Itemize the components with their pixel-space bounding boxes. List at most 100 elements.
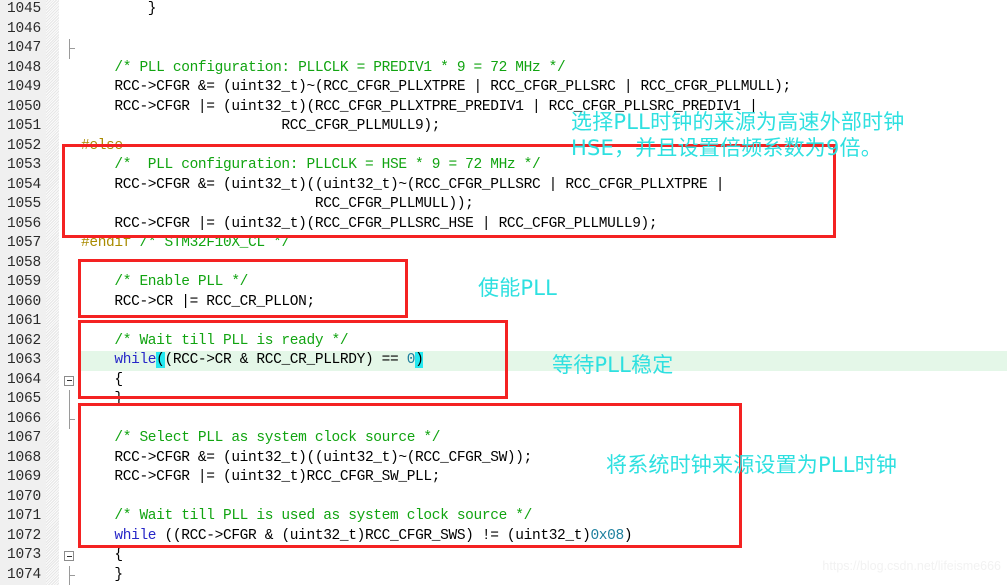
code-token: /* Enable PLL */ — [114, 274, 249, 290]
code-line[interactable]: /* Wait till PLL is used as system clock… — [81, 507, 1007, 527]
line-number: 1066 — [6, 410, 41, 427]
fold-guide-line — [69, 409, 70, 429]
line-number: 1052 — [6, 137, 41, 154]
line-number: 1047 — [6, 40, 41, 56]
code-token: RCC->CFGR |= (uint32_t)(RCC_CFGR_PLLSRC_… — [81, 215, 658, 232]
line-number: 1055 — [6, 196, 41, 212]
fold-row — [59, 176, 81, 196]
code-line[interactable] — [81, 20, 1007, 40]
fold-row — [59, 546, 81, 566]
annotation-set-sysclk-pll: 将系统时钟来源设置为PLL时钟 — [606, 452, 897, 478]
code-line[interactable]: /* PLL configuration: PLLCLK = PREDIV1 *… — [81, 59, 1007, 79]
line-number: 1057 — [6, 235, 41, 251]
line-number: 1061 — [6, 313, 41, 329]
fold-guide-line — [69, 39, 70, 59]
code-token: while — [114, 352, 157, 368]
code-line[interactable] — [81, 39, 1007, 59]
fold-row — [59, 137, 81, 157]
fold-row — [59, 215, 81, 235]
code-line[interactable]: #endif /* STM32F10X_CL */ — [81, 234, 1007, 254]
code-token: RCC->CFGR &= (uint32_t)((uint32_t)~(RCC_… — [81, 449, 532, 466]
code-editor[interactable]: 1045 1046 1047 1048 1049 1050 1051 1052 1053 1054… — [0, 0, 1007, 585]
code-token: ( — [156, 352, 165, 368]
line-number: 1062 — [6, 332, 41, 349]
fold-row — [59, 293, 81, 313]
code-token: 0 — [406, 352, 416, 368]
fold-row — [59, 468, 81, 488]
fold-row — [59, 156, 81, 176]
code-token: ) — [623, 527, 633, 544]
fold-row — [59, 39, 81, 59]
line-number: 1072 — [6, 527, 41, 544]
code-line[interactable]: } — [81, 0, 1007, 20]
code-token: /* PLL configuration: PLLCLK = PREDIV1 *… — [114, 59, 566, 76]
code-line[interactable] — [81, 488, 1007, 508]
gutter-edge-texture — [46, 0, 59, 585]
code-line-current[interactable]: while((RCC->CR & RCC_CR_PLLRDY) == 0) — [81, 351, 1007, 371]
line-number: 1073 — [6, 547, 41, 563]
line-number: 1050 — [6, 98, 41, 115]
code-token: RCC_CFGR_PLLMULL)); — [81, 196, 474, 212]
code-token: /* STM32F10X_CL */ — [139, 235, 290, 251]
annotation-enable-pll: 使能PLL — [478, 275, 557, 301]
code-line[interactable]: RCC->CFGR &= (uint32_t)~(RCC_CFGR_PLLXTP… — [81, 78, 1007, 98]
code-token: RCC_CFGR_PLLMULL9); — [81, 118, 441, 134]
annotation-wait-pll-stable: 等待PLL稳定 — [552, 352, 673, 378]
code-line[interactable] — [81, 410, 1007, 430]
annotation-line: 使能PLL — [478, 276, 558, 300]
line-number: 1054 — [6, 176, 41, 193]
code-line[interactable]: while ((RCC->CFGR & (uint32_t)RCC_CFGR_S… — [81, 527, 1007, 547]
code-token: /* Wait till PLL is ready */ — [114, 332, 349, 349]
code-line[interactable]: RCC->CFGR |= (uint32_t)(RCC_CFGR_PLLSRC_… — [81, 215, 1007, 235]
fold-row — [59, 20, 81, 40]
fold-collapse-icon[interactable] — [64, 375, 74, 386]
fold-row — [59, 273, 81, 293]
code-line[interactable]: } — [81, 390, 1007, 410]
fold-row — [59, 371, 81, 391]
line-number: 1063 — [6, 352, 41, 368]
code-token: RCC->CFGR &= (uint32_t)~(RCC_CFGR_PLLXTP… — [81, 79, 791, 95]
line-number: 1067 — [6, 430, 41, 446]
watermark: https://blog.csdn.net/lifeisme666 — [822, 559, 1001, 573]
code-token: RCC->CFGR &= (uint32_t)((uint32_t)~(RCC_… — [81, 176, 725, 193]
code-folding-column[interactable] — [59, 0, 81, 585]
fold-row — [59, 234, 81, 254]
code-token: while — [114, 527, 157, 544]
line-number: 1049 — [6, 79, 41, 95]
code-token: } — [81, 391, 123, 407]
annotation-line: HSE，并且设置倍频系数为9倍。 — [571, 136, 882, 160]
line-number: 1064 — [6, 371, 41, 388]
code-line[interactable]: /* Select PLL as system clock source */ — [81, 429, 1007, 449]
code-line[interactable]: RCC_CFGR_PLLMULL)); — [81, 195, 1007, 215]
code-line[interactable]: { — [81, 371, 1007, 391]
code-token: { — [81, 371, 123, 388]
fold-guide-line — [69, 390, 70, 410]
code-token: { — [81, 547, 123, 563]
code-token: RCC->CR |= RCC_CR_PLLON; — [81, 293, 315, 310]
code-token: /* PLL configuration: PLLCLK = HSE * 9 =… — [114, 157, 541, 173]
fold-row — [59, 351, 81, 371]
fold-row — [59, 390, 81, 410]
fold-row — [59, 78, 81, 98]
code-line[interactable] — [81, 254, 1007, 274]
annotation-pll-source: 选择PLL时钟的来源为高速外部时钟 HSE，并且设置倍频系数为9倍。 — [571, 109, 904, 161]
fold-row — [59, 429, 81, 449]
fold-collapse-icon[interactable] — [64, 551, 74, 561]
line-number: 1065 — [6, 391, 41, 407]
code-line[interactable] — [81, 312, 1007, 332]
line-number: 1070 — [6, 488, 41, 505]
code-line[interactable]: /* Wait till PLL is ready */ — [81, 332, 1007, 352]
code-token: ) — [415, 352, 424, 368]
fold-row — [59, 449, 81, 469]
fold-row — [59, 0, 81, 20]
code-token: #else — [81, 137, 123, 154]
line-number: 1045 — [6, 1, 41, 17]
code-line[interactable]: RCC->CFGR &= (uint32_t)((uint32_t)~(RCC_… — [81, 176, 1007, 196]
line-number: 1074 — [6, 566, 41, 583]
